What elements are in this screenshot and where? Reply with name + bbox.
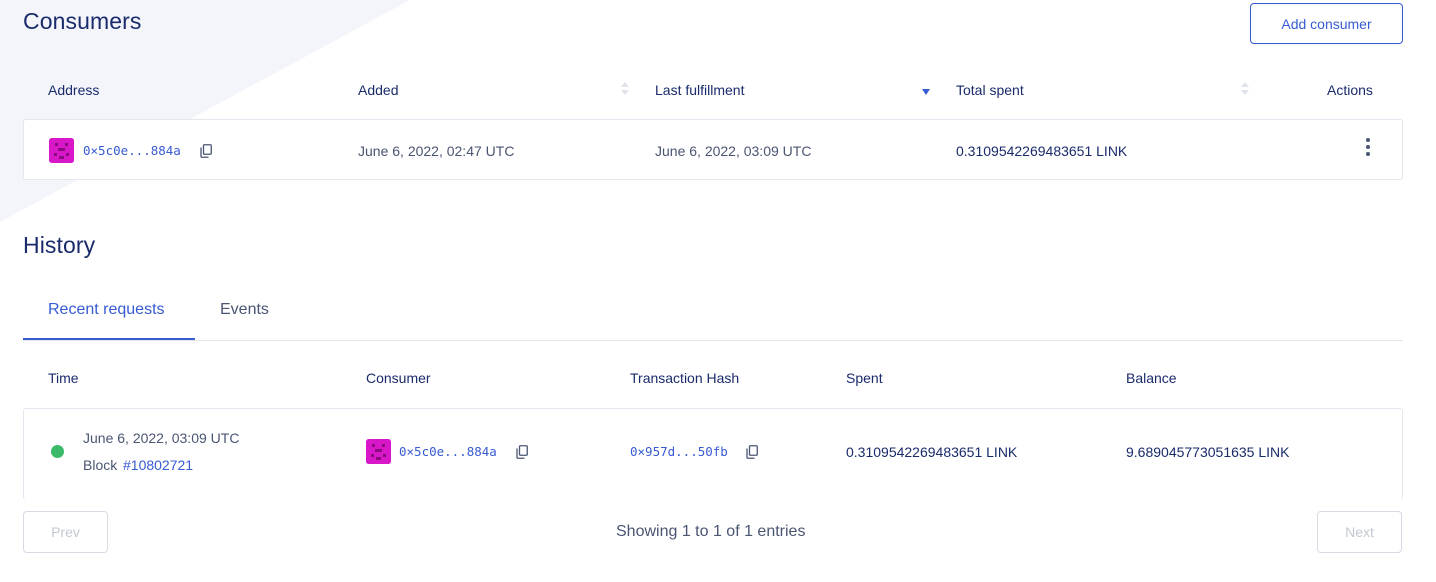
tab-divider xyxy=(23,340,1403,341)
request-time: June 6, 2022, 03:09 UTC xyxy=(83,430,240,446)
column-last-fulfillment[interactable]: Last fulfillment xyxy=(655,82,744,98)
avatar-pattern-icon xyxy=(366,439,391,464)
column-consumer: Consumer xyxy=(366,370,431,386)
sort-added-icon[interactable] xyxy=(621,82,629,96)
request-balance: 9.689045773051635 LINK xyxy=(1126,444,1290,460)
more-actions-icon[interactable] xyxy=(1365,138,1371,156)
column-address: Address xyxy=(48,82,100,98)
consumer-address-link[interactable]: 0×5c0e...884a xyxy=(83,143,181,158)
status-success-icon xyxy=(51,445,64,458)
add-consumer-button[interactable]: Add consumer xyxy=(1250,3,1403,44)
block-number-link[interactable]: #10802721 xyxy=(123,457,193,473)
next-page-button[interactable]: Next xyxy=(1317,511,1402,553)
consumer-avatar xyxy=(49,138,74,163)
sort-descending-icon[interactable] xyxy=(922,89,930,95)
request-spent: 0.3109542269483651 LINK xyxy=(846,444,1018,460)
pagination-info: Showing 1 to 1 of 1 entries xyxy=(616,523,806,540)
prev-page-button[interactable]: Prev xyxy=(23,511,108,553)
consumer-added: June 6, 2022, 02:47 UTC xyxy=(358,143,515,159)
avatar-pattern-icon xyxy=(49,138,74,163)
copy-icon[interactable] xyxy=(516,445,528,459)
consumer-last-fulfillment: June 6, 2022, 03:09 UTC xyxy=(655,143,812,159)
copy-icon[interactable] xyxy=(200,144,212,158)
column-time: Time xyxy=(48,370,79,386)
block-label: Block xyxy=(83,457,118,473)
consumers-title: Consumers xyxy=(23,8,142,34)
tab-recent-requests[interactable]: Recent requests xyxy=(48,301,165,319)
column-transaction-hash: Transaction Hash xyxy=(630,370,740,386)
sort-total-spent-icon[interactable] xyxy=(1241,82,1249,96)
transaction-hash-link[interactable]: 0×957d...50fb xyxy=(630,444,728,459)
history-title: History xyxy=(23,232,96,258)
column-spent: Spent xyxy=(846,370,883,386)
consumer-avatar xyxy=(366,439,391,464)
column-balance: Balance xyxy=(1126,370,1177,386)
column-added[interactable]: Added xyxy=(358,82,398,98)
tab-events[interactable]: Events xyxy=(220,301,269,319)
consumer-total-spent: 0.3109542269483651 LINK xyxy=(956,143,1128,159)
history-consumer-link[interactable]: 0×5c0e...884a xyxy=(399,444,497,459)
column-total-spent[interactable]: Total spent xyxy=(956,82,1024,98)
copy-icon[interactable] xyxy=(746,445,758,459)
active-tab-indicator xyxy=(23,338,195,340)
column-actions: Actions xyxy=(1327,82,1373,98)
